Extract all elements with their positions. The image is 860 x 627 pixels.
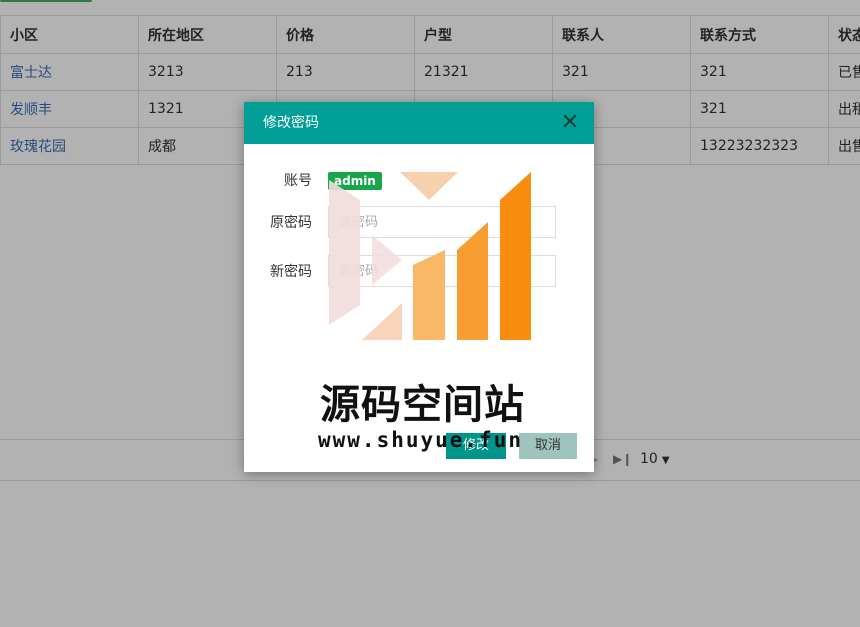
watermark-title: 源码空间站	[320, 382, 525, 428]
watermark-url: www.shuyue.fun	[318, 428, 524, 452]
dialog-title: 修改密码	[263, 115, 319, 131]
dialog-header: 修改密码 ✕	[244, 102, 594, 144]
close-icon[interactable]: ✕	[560, 102, 580, 144]
